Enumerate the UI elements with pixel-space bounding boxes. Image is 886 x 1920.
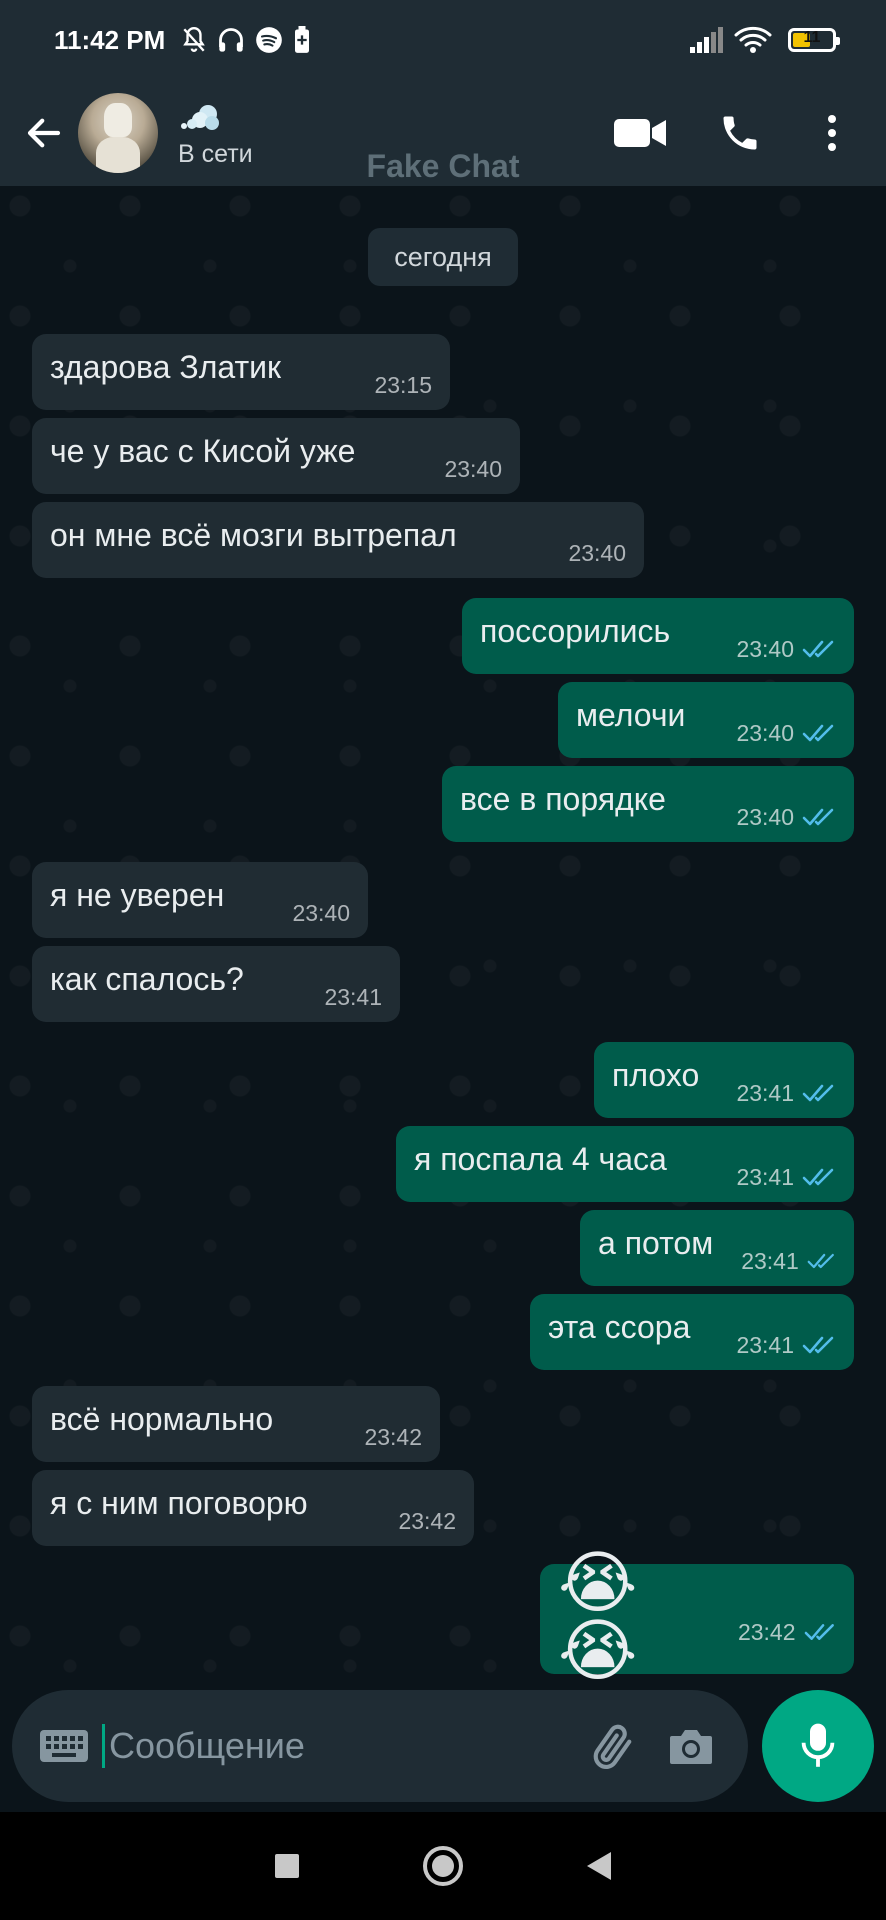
message-time: 23:42 — [364, 1423, 422, 1450]
circle-icon — [423, 1846, 463, 1886]
outgoing-message[interactable]: мелочи 23:40 — [558, 682, 854, 758]
message-time: 23:40 — [736, 719, 794, 746]
paperclip-icon — [593, 1724, 632, 1770]
message-text: а потом — [598, 1224, 714, 1261]
outgoing-message[interactable]: я поспала 4 часа 23:41 — [396, 1126, 854, 1202]
camera-button[interactable] — [656, 1711, 726, 1781]
message-text: все в порядке — [460, 780, 666, 817]
message-text: как спалось? — [50, 960, 244, 997]
app-watermark: Fake Chat — [366, 148, 520, 184]
read-ticks-icon — [802, 640, 834, 658]
outgoing-message[interactable]: поссорились 23:40 — [462, 598, 854, 674]
message-text: эта ссора — [548, 1308, 691, 1345]
message-text: мелочи — [576, 696, 686, 733]
square-icon — [275, 1854, 299, 1878]
outgoing-message[interactable]: все в порядке 23:40 — [442, 766, 854, 842]
read-ticks-icon — [802, 1168, 834, 1186]
microphone-icon — [801, 1723, 835, 1767]
incoming-message[interactable]: я с ним поговорю 23:42 — [32, 1470, 474, 1546]
contact-name — [178, 98, 253, 136]
system-nav-bar — [0, 1812, 886, 1920]
more-vert-icon — [828, 115, 836, 151]
message-text: поссорились — [480, 612, 671, 649]
incoming-message[interactable]: всё нормально 23:42 — [32, 1386, 440, 1462]
message-time: 23:41 — [736, 1331, 794, 1358]
message-text: плохо — [612, 1056, 700, 1093]
read-ticks-icon — [807, 1253, 834, 1269]
message-time: 23:42 — [398, 1507, 456, 1534]
recents-button[interactable] — [252, 1831, 322, 1901]
camera-icon — [670, 1730, 712, 1764]
outgoing-message[interactable]: эта ссора 23:41 — [530, 1294, 854, 1370]
message-time: 23:40 — [292, 899, 350, 926]
text-cursor — [102, 1724, 105, 1768]
message-time: 23:41 — [736, 1163, 794, 1190]
incoming-message[interactable]: здарова Златик 23:15 — [32, 334, 450, 410]
incoming-message[interactable]: я не уверен 23:40 — [32, 862, 368, 938]
incoming-message[interactable]: как спалось? 23:41 — [32, 946, 400, 1022]
home-button[interactable] — [408, 1831, 478, 1901]
battery-saver-icon — [293, 26, 311, 54]
message-text: он мне всё мозги вытрепал — [50, 516, 457, 553]
incoming-message[interactable]: он мне всё мозги вытрепал 23:40 — [32, 502, 644, 578]
status-bar: 11:42 PM 11 — [0, 0, 886, 80]
read-ticks-icon — [804, 1624, 834, 1640]
message-text: я поспала 4 часа — [414, 1140, 667, 1177]
message-time: 23:40 — [736, 803, 794, 830]
incoming-message[interactable]: че у вас с Кисой уже 23:40 — [32, 418, 520, 494]
triangle-back-icon — [587, 1852, 611, 1880]
wifi-icon — [734, 26, 772, 54]
outgoing-message[interactable]: а потом 23:41 — [580, 1210, 854, 1286]
battery-icon: 11 — [788, 28, 840, 52]
message-text: я не уверен — [50, 876, 225, 913]
read-ticks-icon — [802, 724, 834, 742]
message-time: 23:40 — [736, 635, 794, 662]
video-camera-icon — [614, 119, 666, 147]
message-time: 23:42 — [737, 1618, 796, 1645]
battery-level: 11 — [803, 29, 821, 46]
bell-off-icon — [181, 26, 207, 54]
voice-message-button[interactable] — [762, 1690, 874, 1802]
message-time: 23:15 — [374, 371, 432, 398]
headphones-icon — [217, 26, 245, 54]
read-ticks-icon — [802, 1084, 834, 1102]
message-text: я с ним поговорю — [50, 1484, 308, 1521]
message-time: 23:40 — [444, 455, 502, 482]
message-composer — [12, 1690, 748, 1802]
attach-button[interactable] — [576, 1711, 646, 1781]
signal-icon — [690, 27, 724, 53]
read-ticks-icon — [802, 808, 834, 826]
message-text: здарова Златик — [50, 348, 281, 385]
message-text: 😭😭 — [558, 1545, 638, 1689]
status-left: 11:42 PM — [54, 25, 311, 56]
message-time: 23:40 — [568, 539, 626, 566]
back-nav-button[interactable] — [564, 1831, 634, 1901]
input-area — [0, 1690, 886, 1812]
read-ticks-icon — [802, 1336, 834, 1354]
chat-area[interactable]: сегодня здарова Златик 23:15 че у вас с Ки… — [0, 186, 886, 1690]
message-text: всё нормально — [50, 1400, 274, 1437]
date-chip: сегодня — [368, 228, 518, 286]
outgoing-message[interactable]: плохо 23:41 — [594, 1042, 854, 1118]
message-text: че у вас с Кисой уже — [50, 432, 356, 469]
message-input[interactable] — [107, 1724, 531, 1768]
status-right: 11 — [690, 26, 840, 54]
keyboard-icon[interactable] — [38, 1720, 90, 1772]
message-time: 23:41 — [324, 983, 382, 1010]
message-time: 23:41 — [736, 1079, 794, 1106]
spotify-icon — [255, 26, 283, 54]
status-time: 11:42 PM — [54, 24, 166, 55]
message-time: 23:41 — [741, 1247, 799, 1274]
outgoing-message[interactable]: 😭😭 23:42 — [540, 1549, 854, 1685]
